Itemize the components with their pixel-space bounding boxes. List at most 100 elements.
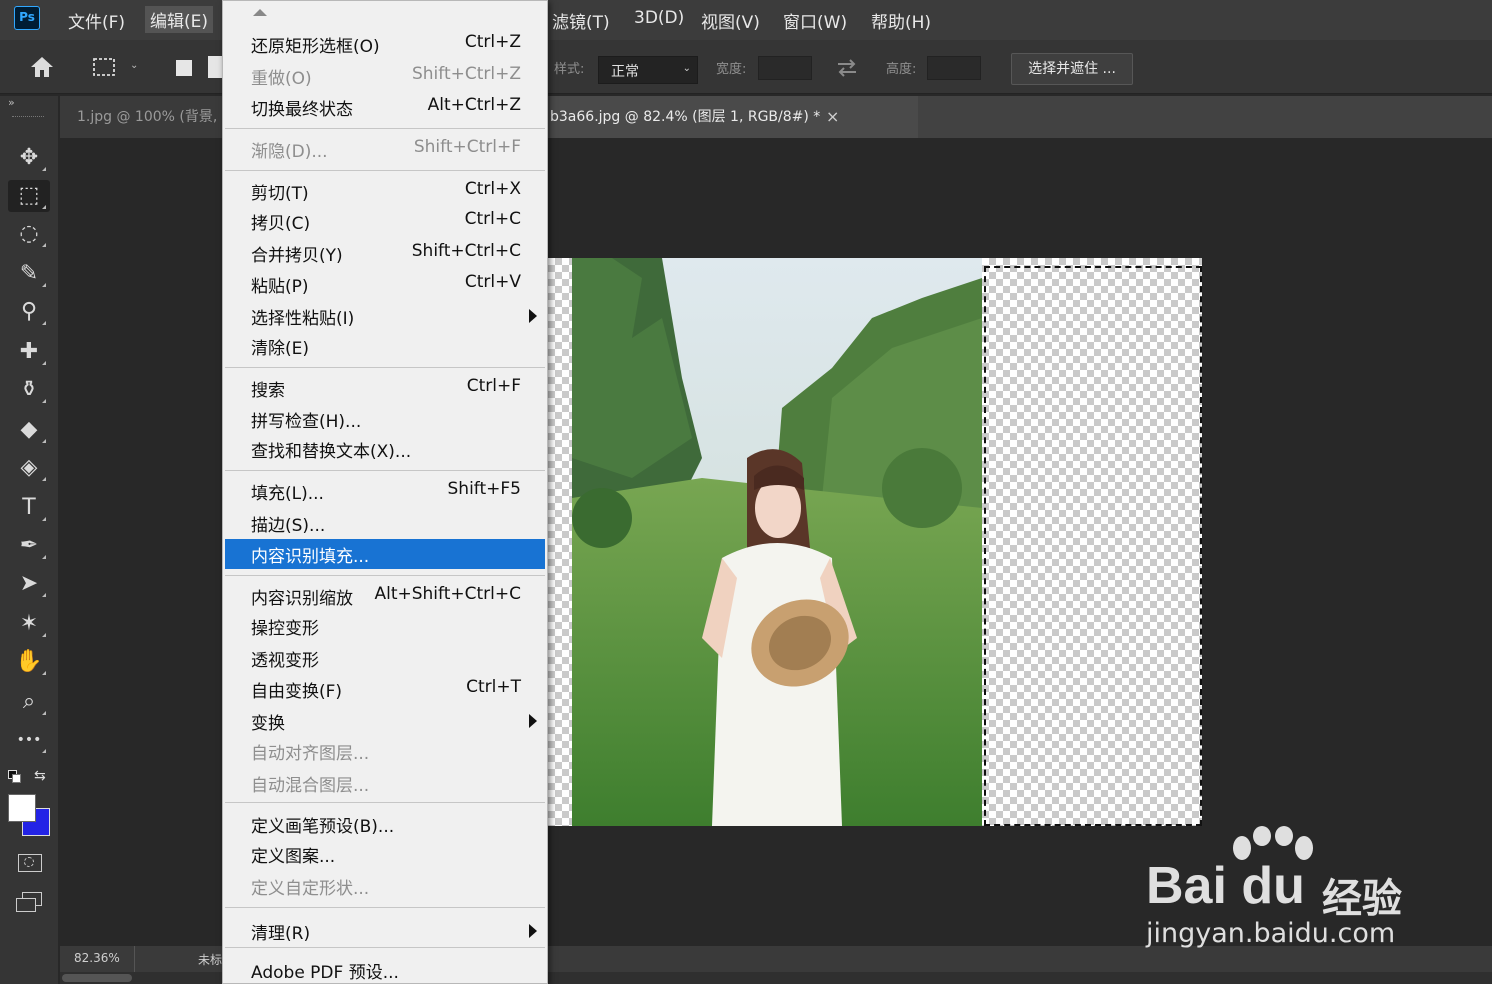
home-icon[interactable] <box>29 55 55 79</box>
menu-item[interactable]: 粘贴(P) Ctrl+V <box>225 269 545 299</box>
menu-item[interactable]: 选择性粘贴(I) <box>225 301 545 331</box>
menu-item[interactable]: 定义画笔预设(B)... <box>225 809 545 839</box>
menu-item[interactable]: 还原矩形选框(O) Ctrl+Z <box>225 29 545 59</box>
zoom-level[interactable]: 82.36% <box>74 951 120 965</box>
menu-item[interactable]: 内容识别填充... <box>225 539 545 569</box>
tool-group-corner-icon <box>42 555 46 559</box>
marquee-preset-icon[interactable] <box>92 57 118 79</box>
menu-item[interactable]: 自动对齐图层... <box>225 736 545 766</box>
hand-tool-icon[interactable]: ✋ <box>8 646 50 678</box>
menu-item[interactable]: 查找和替换文本(X)... <box>225 434 545 464</box>
style-label: 样式: <box>554 62 585 77</box>
collapse-panel-icon[interactable]: » <box>8 96 15 109</box>
paint-bucket-tool-icon[interactable]: ◈ <box>8 452 50 484</box>
menu-item[interactable]: 拷贝(C) Ctrl+C <box>225 206 545 236</box>
menu-item-label: 描边(S)... <box>251 516 326 536</box>
zoom-tool-icon[interactable]: ⌕ <box>8 686 50 718</box>
menu-edit[interactable]: 编辑(E) <box>145 6 214 33</box>
tool-group-corner-icon <box>42 439 46 443</box>
photo-layer-image <box>572 258 982 826</box>
menu-item[interactable]: 填充(L)... Shift+F5 <box>225 476 545 506</box>
menu-item[interactable]: Adobe PDF 预设... <box>225 955 545 984</box>
menu-help[interactable]: 帮助(H) <box>871 8 931 33</box>
swap-arrows-icon[interactable] <box>834 57 860 79</box>
menu-item[interactable]: 变换 <box>225 706 545 736</box>
path-select-tool-icon[interactable]: ➤ <box>8 568 50 600</box>
menu-item[interactable]: 透视变形 <box>225 643 545 673</box>
menu-item[interactable]: 定义自定形状... <box>225 871 545 901</box>
lasso-tool-icon[interactable]: ◌ <box>8 218 50 250</box>
eyedropper-tool-icon[interactable]: ⚲ <box>8 296 50 328</box>
select-and-mask-button[interactable]: 选择并遮住 ... <box>1011 53 1133 85</box>
rect-marquee-tool-icon[interactable]: ⬚ <box>8 180 50 212</box>
new-selection-icon[interactable] <box>176 60 192 76</box>
menu-item[interactable]: 搜索 Ctrl+F <box>225 373 545 403</box>
style-select[interactable]: 正常 ⌄ <box>598 56 698 84</box>
menu-3d[interactable]: 3D(D) <box>634 8 684 28</box>
swap-colors-icon[interactable]: ⇆ <box>34 768 46 784</box>
more-tools-icon[interactable]: ••• <box>8 724 50 756</box>
pen-tool-icon[interactable]: ✒ <box>8 530 50 562</box>
scrollbar-thumb[interactable] <box>62 974 132 982</box>
menu-item[interactable]: 内容识别缩放 Alt+Shift+Ctrl+C <box>225 581 545 611</box>
menu-item-shortcut: Ctrl+Z <box>464 32 521 52</box>
menu-item[interactable]: 描边(S)... <box>225 508 545 538</box>
healing-brush-tool-icon[interactable]: ✚ <box>8 336 50 368</box>
close-tab-icon[interactable]: × <box>826 96 839 138</box>
default-colors-icon[interactable] <box>8 770 22 784</box>
document-info[interactable]: 未标 <box>198 951 222 968</box>
menu-filter[interactable]: 滤镜(T) <box>552 8 610 33</box>
menu-item-shortcut: Alt+Ctrl+Z <box>427 95 521 115</box>
menu-item[interactable]: 合并拷贝(Y) Shift+Ctrl+C <box>225 238 545 268</box>
menu-item[interactable]: 自由变换(F) Ctrl+T <box>225 674 545 704</box>
menu-item[interactable]: 自动混合图层... <box>225 768 545 798</box>
type-tool-icon[interactable]: T <box>8 492 50 524</box>
tab-1-jpg[interactable]: 1.jpg @ 100% (背景, <box>60 96 222 138</box>
tool-group-corner-icon <box>42 361 46 365</box>
menu-item-label: 拷贝(C) <box>251 214 311 234</box>
menu-item-label: 定义自定形状... <box>251 879 370 899</box>
quick-mask-icon[interactable] <box>18 854 42 872</box>
menu-view[interactable]: 视图(V) <box>701 8 760 33</box>
menu-item[interactable]: 拼写检查(H)... <box>225 404 545 434</box>
menu-item-label: 还原矩形选框(O) <box>251 37 380 57</box>
menu-item-label: 切换最终状态 <box>251 100 353 120</box>
menu-item-shortcut: Shift+Ctrl+F <box>413 137 521 157</box>
selection-marquee[interactable] <box>984 266 1202 826</box>
menu-item[interactable]: 切换最终状态 Alt+Ctrl+Z <box>225 92 545 122</box>
menu-item[interactable]: 渐隐(D)... Shift+Ctrl+F <box>225 134 545 164</box>
toolbar-grip[interactable] <box>12 116 44 119</box>
menu-item-shortcut: Ctrl+V <box>464 272 521 292</box>
screen-mode-icon[interactable] <box>16 892 44 916</box>
menu-item[interactable]: 清除(E) <box>225 331 545 361</box>
scroll-up-arrow-icon[interactable] <box>253 9 267 16</box>
document-canvas[interactable] <box>548 258 1202 826</box>
quick-select-tool-icon[interactable]: ✎ <box>8 258 50 290</box>
menu-item-shortcut: Alt+Shift+Ctrl+C <box>374 584 521 604</box>
menu-window[interactable]: 窗口(W) <box>783 8 847 33</box>
custom-shape-tool-icon[interactable]: ✶ <box>8 608 50 640</box>
clone-stamp-tool-icon[interactable]: ⚱ <box>8 374 50 406</box>
menu-item[interactable]: 重做(O) Shift+Ctrl+Z <box>225 61 545 91</box>
width-field[interactable] <box>758 56 812 80</box>
submenu-arrow-icon <box>529 309 537 323</box>
menu-item[interactable]: 定义图案... <box>225 839 545 869</box>
menu-separator <box>225 128 545 130</box>
menu-item[interactable]: 清理(R) <box>225 916 545 946</box>
height-field[interactable] <box>927 56 981 80</box>
preset-chevron-down-icon[interactable]: ⌄ <box>130 60 138 71</box>
menu-item-label: 操控变形 <box>251 619 319 639</box>
menu-item-label: 自动对齐图层... <box>251 744 370 764</box>
photoshop-logo-icon: Ps <box>14 6 40 30</box>
menu-item[interactable]: 剪切(T) Ctrl+X <box>225 176 545 206</box>
menu-item[interactable]: 操控变形 <box>225 611 545 641</box>
move-tool-icon[interactable]: ✥ <box>8 142 50 174</box>
add-selection-icon[interactable] <box>208 56 222 78</box>
tab-active-document[interactable]: b3a66.jpg @ 82.4% (图层 1, RGB/8#) * <box>550 96 918 138</box>
baidu-jingyan-watermark: Bai du 经验 jingyan.baidu.com <box>1146 826 1416 956</box>
menu-separator <box>225 575 545 577</box>
menu-file[interactable]: 文件(F) <box>68 8 125 33</box>
foreground-color-swatch[interactable] <box>8 794 36 822</box>
eraser-tool-icon[interactable]: ◆ <box>8 414 50 446</box>
tool-group-corner-icon <box>42 477 46 481</box>
